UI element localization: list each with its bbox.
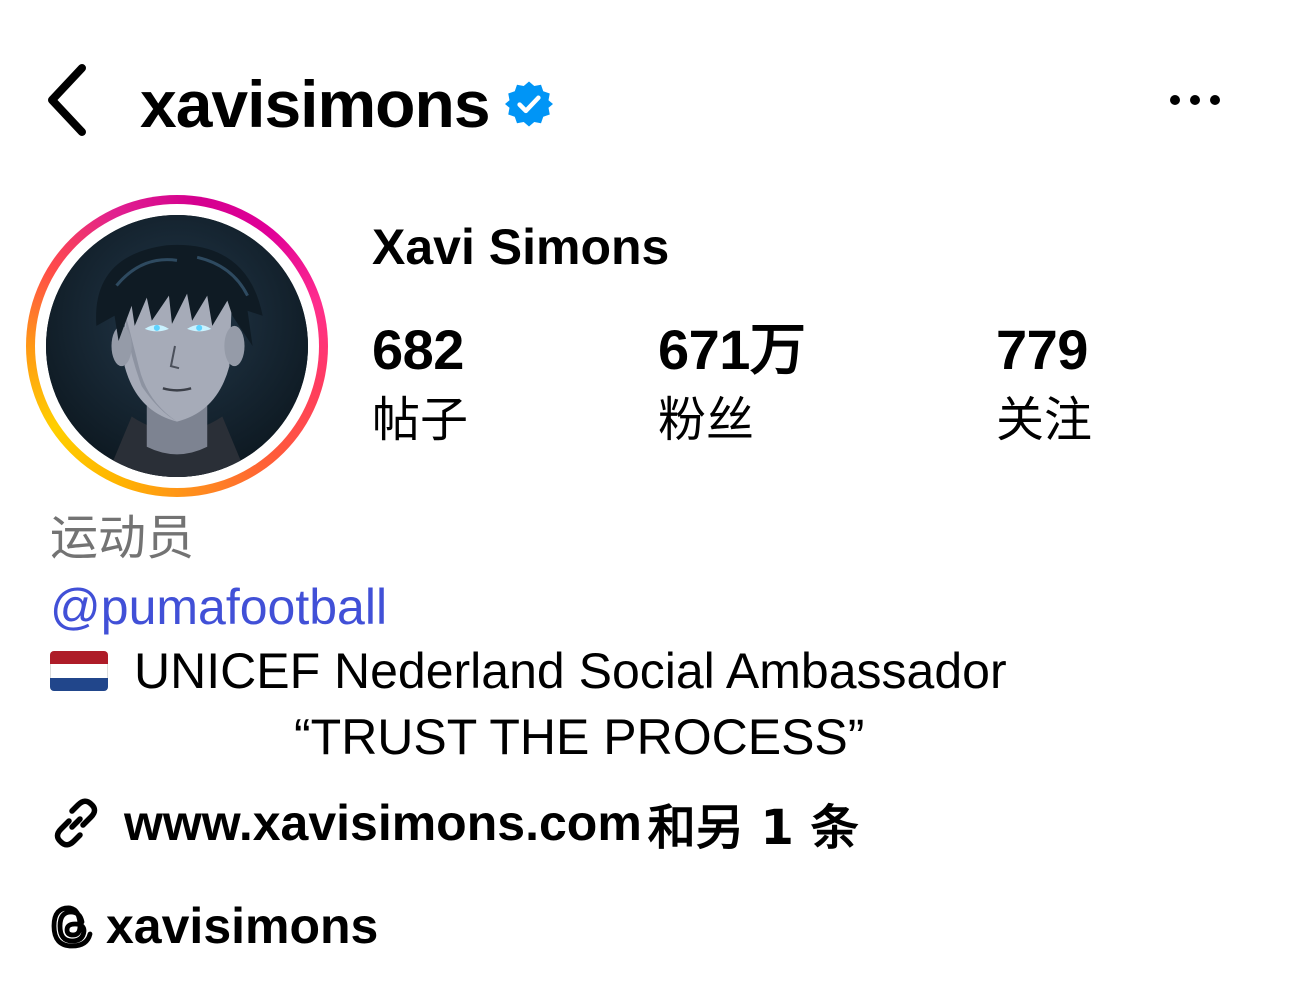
posts-count: 682 xyxy=(372,318,464,381)
bio-mention-link[interactable]: @pumafootball xyxy=(50,582,387,632)
website-url: www.xavisimons.com xyxy=(124,795,642,851)
website-link[interactable]: www.xavisimons.com 和另 1 条 xyxy=(48,793,859,856)
bio-text-line-2: “TRUST THE PROCESS” xyxy=(294,709,865,765)
display-name: Xavi Simons xyxy=(372,219,670,275)
more-links-text: 和另 1 条 xyxy=(647,800,859,856)
threads-handle: xavisimons xyxy=(106,898,379,954)
stat-posts[interactable]: 682 帖子 xyxy=(372,318,469,448)
posts-label: 帖子 xyxy=(372,392,469,448)
back-button[interactable] xyxy=(28,50,108,150)
profile-category: 运动员 xyxy=(50,510,195,566)
threads-link[interactable]: xavisimons xyxy=(50,896,378,956)
more-options-button[interactable] xyxy=(1160,72,1230,128)
bio-line-1: UNICEF Nederland Social Ambassador xyxy=(50,646,1007,696)
stat-followers[interactable]: 671万 粉丝 xyxy=(658,318,806,448)
threads-icon xyxy=(51,905,93,949)
profile-screen: xavisimons Xavi Simons 682 帖子 671万 粉丝 77… xyxy=(0,0,1290,988)
link-icon xyxy=(54,798,98,848)
followers-label: 粉丝 xyxy=(658,392,755,448)
netherlands-flag-icon xyxy=(50,651,108,691)
avatar-story-ring[interactable] xyxy=(26,195,328,497)
bio-text-line-1: UNICEF Nederland Social Ambassador xyxy=(134,643,1007,699)
chevron-left-icon xyxy=(48,64,86,136)
verified-badge-icon xyxy=(504,81,553,127)
following-label: 关注 xyxy=(996,392,1093,448)
header-title: xavisimons xyxy=(140,64,554,144)
avatar-image xyxy=(46,215,308,477)
more-horizontal-icon xyxy=(1170,95,1220,105)
following-count: 779 xyxy=(996,318,1088,381)
avatar xyxy=(46,215,308,477)
stat-following[interactable]: 779 关注 xyxy=(996,318,1093,448)
username-title: xavisimons xyxy=(140,67,491,141)
followers-count: 671万 xyxy=(658,318,806,381)
